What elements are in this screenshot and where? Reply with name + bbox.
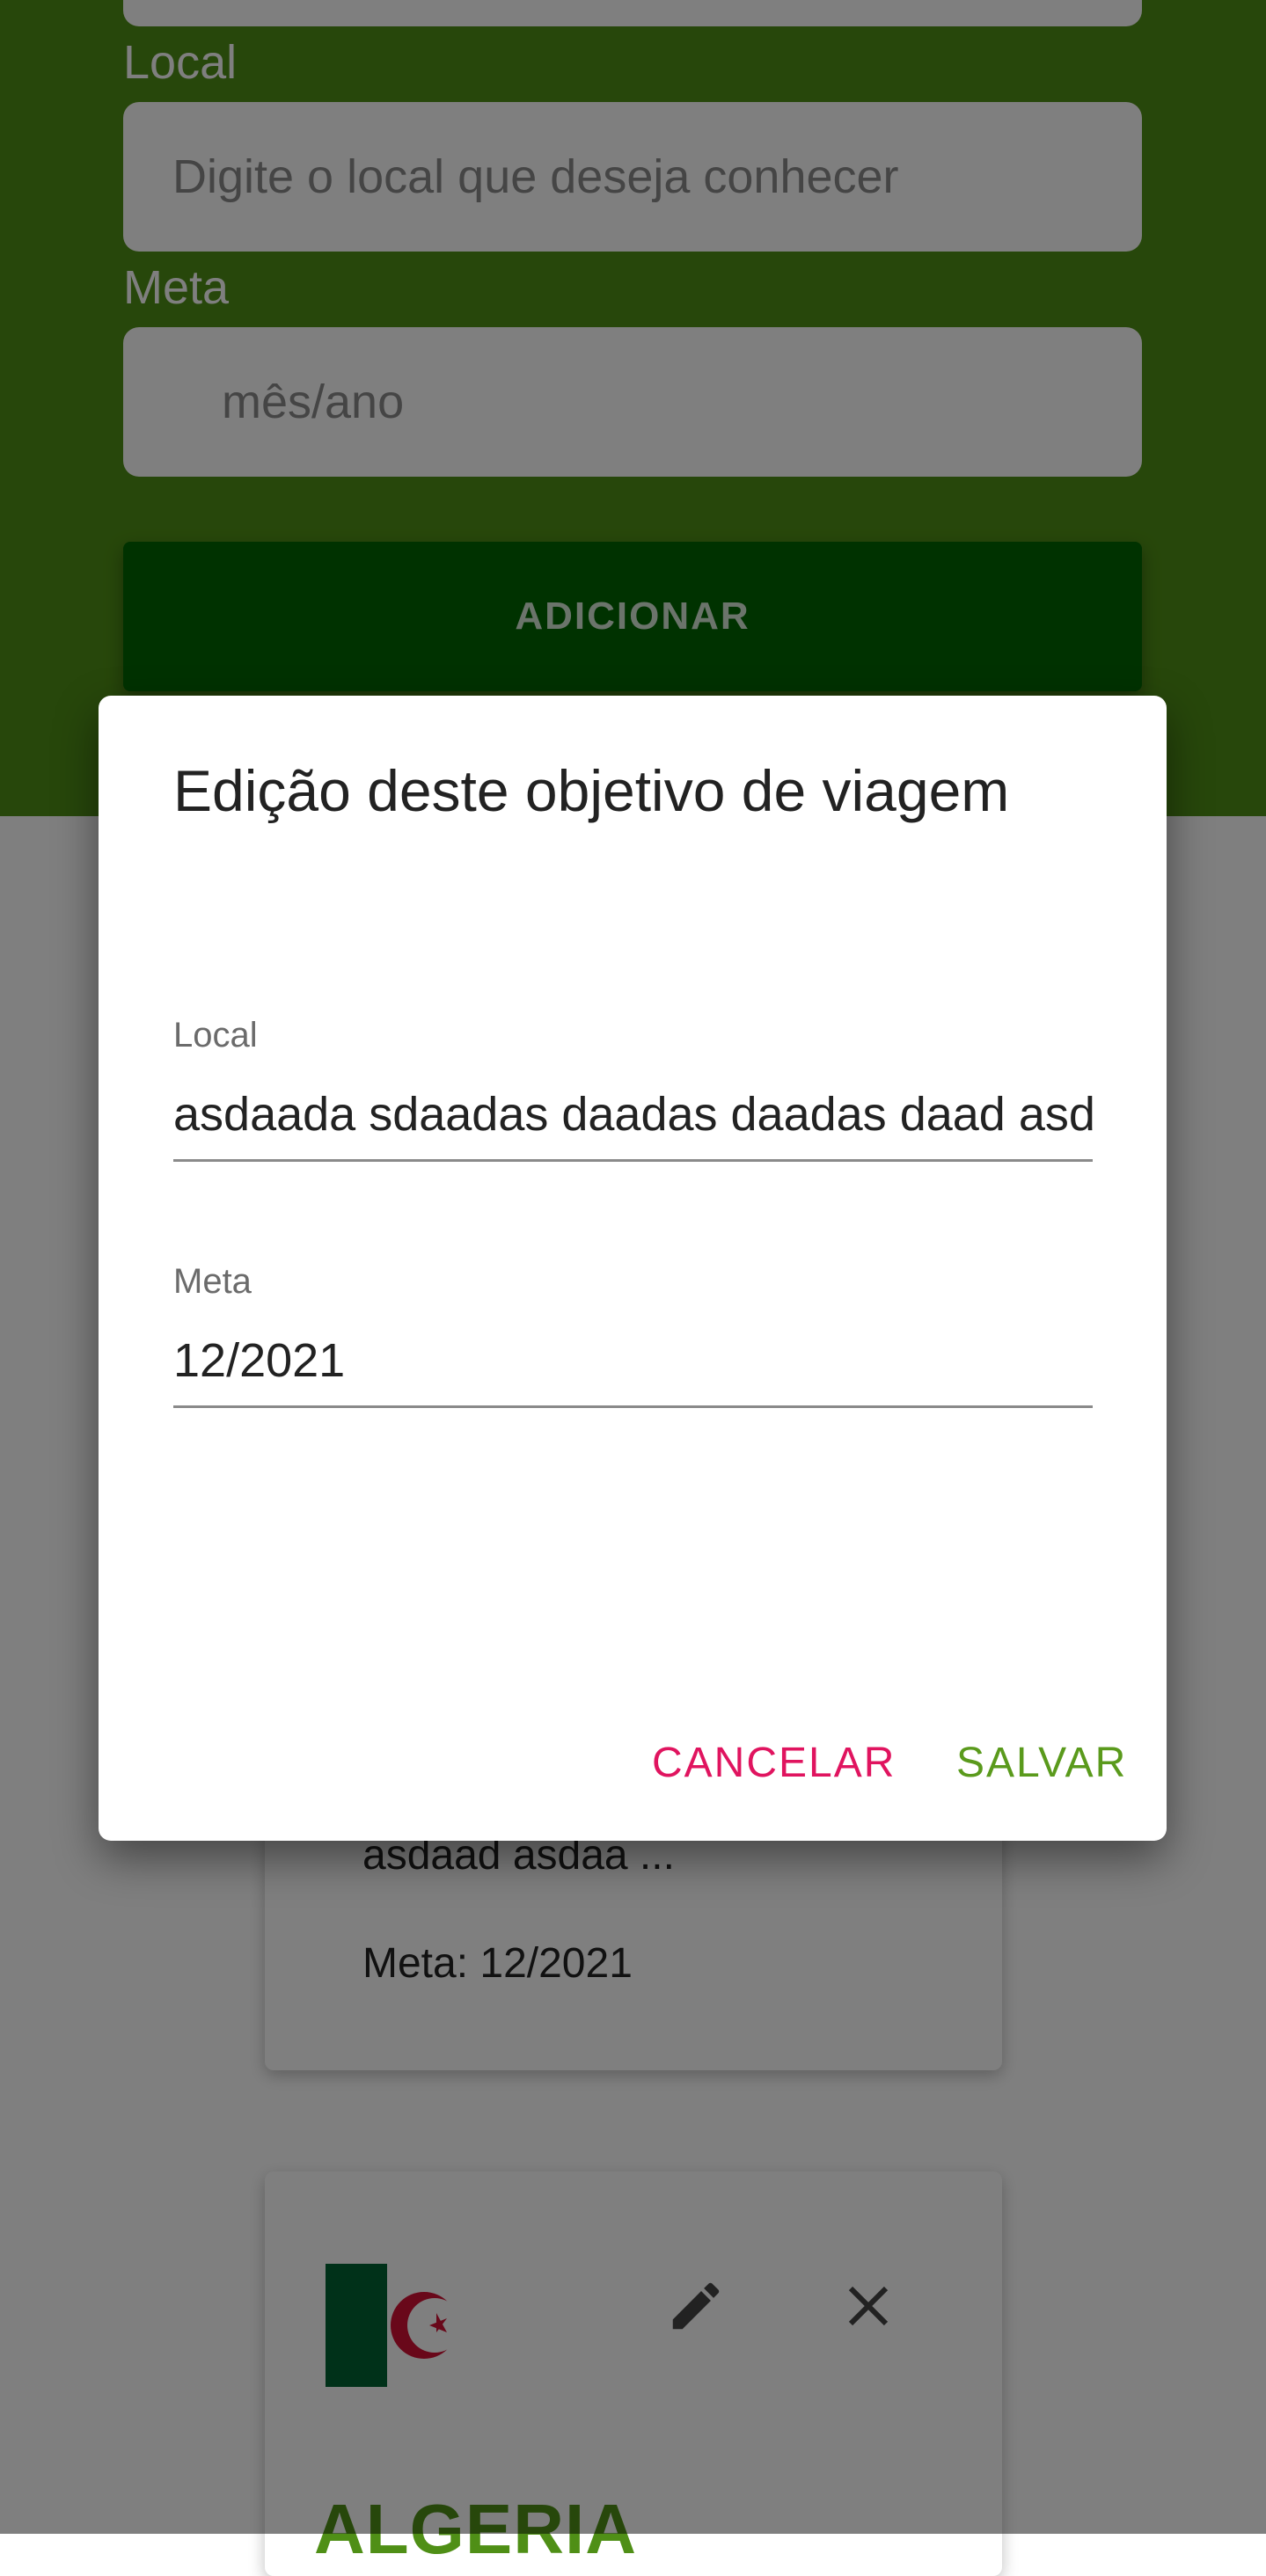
dialog-title: Edição deste objetivo de viagem [173,758,1010,823]
meta-field-underline [173,1405,1093,1408]
local-field-label: Local [173,1016,258,1054]
meta-field-input[interactable]: 12/2021 [173,1333,1093,1388]
local-field-underline [173,1159,1093,1162]
meta-field-label: Meta [173,1262,252,1301]
edit-dialog: Edição deste objetivo de viagem Local as… [99,696,1167,1841]
save-button[interactable]: SALVAR [956,1739,1127,1787]
cancel-button[interactable]: CANCELAR [652,1739,896,1787]
local-field-input[interactable]: asdaada sdaadas daadas daadas daad asdaa… [173,1087,1093,1142]
